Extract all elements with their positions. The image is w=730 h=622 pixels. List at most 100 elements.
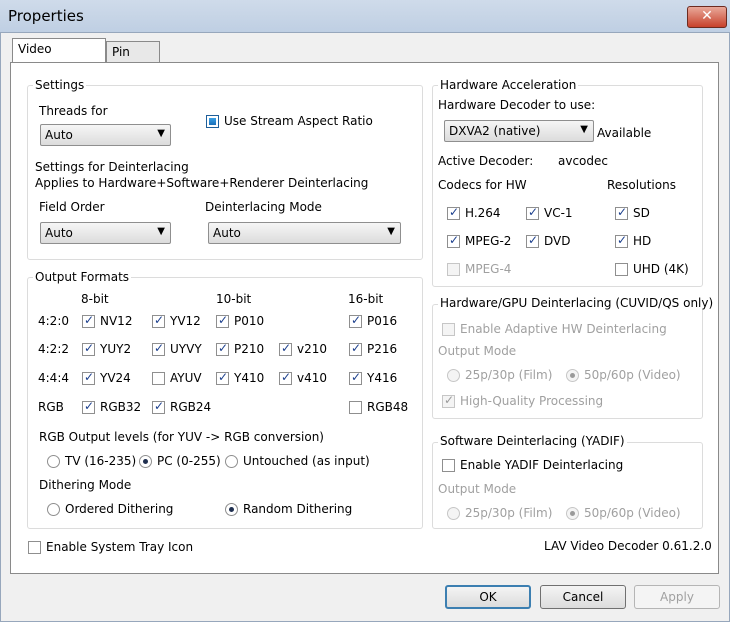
pc-range-label: PC (0-255) (157, 454, 221, 468)
yuy2-checkbox[interactable] (82, 341, 95, 356)
chevron-down-icon: ▼ (157, 226, 165, 237)
ayuv-label: AYUV (170, 371, 202, 385)
available-status: Available (597, 126, 652, 140)
deint-subtitle: Applies to Hardware+Software+Renderer De… (35, 176, 369, 190)
random-dither-label: Random Dithering (243, 502, 353, 516)
field-order-value: Auto (45, 226, 73, 240)
gpu-film-radio[interactable] (447, 369, 460, 382)
uhd-label: UHD (4K) (633, 262, 689, 276)
rgb-levels-label: RGB Output levels (for YUV -> RGB conver… (39, 430, 324, 444)
hw-decoder-label: Hardware Decoder to use: (438, 98, 596, 112)
y410-label: Y410 (234, 371, 265, 385)
nv12-checkbox[interactable] (82, 313, 95, 328)
use-stream-aspect-label: Use Stream Aspect Ratio (224, 114, 373, 128)
close-button[interactable]: ✕ (687, 6, 727, 28)
title-bar (0, 0, 730, 32)
dvd-checkbox[interactable] (526, 233, 539, 248)
uhd-checkbox[interactable] (615, 263, 628, 276)
mpeg2-label: MPEG-2 (465, 234, 512, 248)
rgb32-checkbox[interactable] (82, 399, 95, 414)
hd-checkbox[interactable] (615, 233, 628, 248)
random-dither-radio[interactable] (225, 503, 238, 516)
v210-checkbox[interactable] (279, 341, 292, 356)
system-tray-checkbox[interactable] (28, 541, 41, 554)
h264-checkbox[interactable] (447, 205, 460, 220)
untouched-radio[interactable] (225, 455, 238, 468)
h264-label: H.264 (465, 206, 501, 220)
vc1-label: VC-1 (544, 206, 573, 220)
p010-checkbox[interactable] (216, 313, 229, 328)
cancel-button[interactable]: Cancel (540, 585, 626, 609)
settings-group-label: Settings (33, 78, 87, 92)
col-8bit: 8-bit (81, 292, 109, 306)
rgb32-label: RGB32 (100, 400, 142, 414)
output-formats-label: Output Formats (33, 270, 132, 284)
hd-label: HD (633, 234, 652, 248)
y410-checkbox[interactable] (216, 370, 229, 385)
deint-mode-label: Deinterlacing Mode (205, 200, 322, 214)
gpu-video-radio[interactable] (566, 369, 579, 382)
field-order-select[interactable]: Auto ▼ (40, 222, 171, 244)
sd-checkbox[interactable] (615, 205, 628, 220)
yuy2-label: YUY2 (100, 342, 132, 356)
system-tray-label: Enable System Tray Icon (46, 540, 194, 554)
ordered-dither-radio[interactable] (47, 503, 60, 516)
gpu-deint-label: Hardware/GPU Deinterlacing (CUVID/QS onl… (438, 296, 716, 310)
p216-checkbox[interactable] (349, 341, 362, 356)
mpeg2-checkbox[interactable] (447, 233, 460, 248)
v210-label: v210 (297, 342, 328, 356)
p016-checkbox[interactable] (349, 313, 362, 328)
sw-film-radio[interactable] (447, 507, 460, 520)
deint-title: Settings for Deinterlacing (35, 160, 189, 174)
yv24-checkbox[interactable] (82, 370, 95, 385)
deint-mode-select[interactable]: Auto ▼ (208, 222, 401, 244)
tab-pin-info[interactable]: Pin Info (106, 41, 160, 79)
col-10bit: 10-bit (216, 292, 252, 306)
sw-video-radio[interactable] (566, 507, 579, 520)
use-stream-aspect-checkbox[interactable] (206, 115, 219, 128)
rgb24-checkbox[interactable] (152, 399, 165, 414)
mpeg4-checkbox[interactable] (447, 263, 460, 276)
yadif-enable-checkbox[interactable] (442, 459, 455, 472)
ok-button[interactable]: OK (445, 585, 531, 609)
gpu-deint-enable-checkbox[interactable] (442, 323, 455, 336)
gpu-film-label: 25p/30p (Film) (465, 368, 553, 382)
yv12-checkbox[interactable] (152, 313, 165, 328)
vc1-checkbox[interactable] (526, 205, 539, 220)
threads-select[interactable]: Auto ▼ (40, 124, 171, 146)
dither-label: Dithering Mode (39, 478, 132, 492)
ayuv-checkbox[interactable] (152, 372, 165, 385)
tv-range-label: TV (16-235) (65, 454, 137, 468)
p016-label: P016 (367, 314, 398, 328)
resolutions-label: Resolutions (607, 178, 676, 192)
p216-label: P216 (367, 342, 398, 356)
v410-checkbox[interactable] (279, 370, 292, 385)
chevron-down-icon: ▼ (580, 124, 588, 135)
uyvy-checkbox[interactable] (152, 341, 165, 356)
rgb48-checkbox[interactable] (349, 401, 362, 414)
tab-video-settings[interactable]: Video Settings (12, 38, 106, 76)
gpu-output-mode-label: Output Mode (438, 344, 517, 358)
apply-button[interactable]: Apply (634, 585, 720, 609)
hw-accel-label: Hardware Acceleration (438, 78, 579, 92)
pc-range-radio[interactable] (139, 455, 152, 468)
hq-processing-checkbox[interactable] (442, 393, 455, 408)
rgb48-label: RGB48 (367, 400, 409, 414)
tv-range-radio[interactable] (47, 455, 60, 468)
close-icon: ✕ (701, 8, 713, 24)
hw-decoder-select[interactable]: DXVA2 (native) ▼ (444, 120, 594, 142)
y416-checkbox[interactable] (349, 370, 362, 385)
codecs-label: Codecs for HW (438, 178, 527, 192)
untouched-label: Untouched (as input) (243, 454, 370, 468)
p210-checkbox[interactable] (216, 341, 229, 356)
ordered-dither-label: Ordered Dithering (65, 502, 174, 516)
field-order-label: Field Order (39, 200, 105, 214)
mpeg4-label: MPEG-4 (465, 262, 512, 276)
v410-label: v410 (297, 371, 328, 385)
dvd-label: DVD (544, 234, 571, 248)
sw-deint-label: Software Deinterlacing (YADIF) (438, 434, 627, 448)
yv24-label: YV24 (100, 371, 131, 385)
chevron-down-icon: ▼ (157, 128, 165, 139)
chevron-down-icon: ▼ (387, 226, 395, 237)
yv12-label: YV12 (170, 314, 201, 328)
